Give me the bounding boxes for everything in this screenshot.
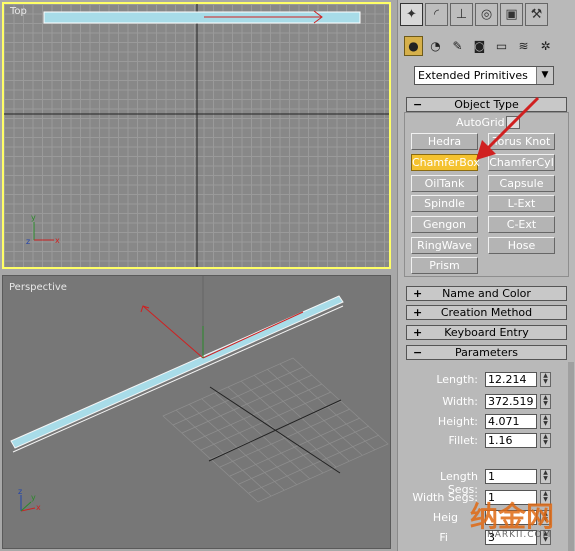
length-label: Length: xyxy=(436,373,478,386)
lights-icon[interactable]: ✎ xyxy=(448,36,467,56)
svg-text:z: z xyxy=(26,237,30,246)
rollout-toggle-sign: + xyxy=(413,326,423,339)
top-viewport-canvas: y z x xyxy=(4,4,389,267)
height-field[interactable]: 4.071 xyxy=(485,414,537,429)
perspective-axis-2 xyxy=(208,399,342,462)
rollout-title: Object Type xyxy=(454,98,519,111)
width-label: Width: xyxy=(442,395,478,408)
primitive-type-dropdown[interactable]: Extended Primitives ▼ xyxy=(414,66,554,85)
rollout-toggle-sign: + xyxy=(413,287,423,300)
gengon-button[interactable]: Gengon xyxy=(411,216,478,233)
length-spinner[interactable]: ▲ ▼ xyxy=(540,372,551,387)
height-spinner[interactable]: ▲ ▼ xyxy=(540,414,551,429)
torus-knot-button[interactable]: Torus Knot xyxy=(488,133,555,150)
top-axis-tripod: y z x xyxy=(26,213,60,246)
width-segs-label: Width Segs: xyxy=(412,491,478,504)
svg-text:y: y xyxy=(31,213,36,222)
rollout-toggle-sign: + xyxy=(413,306,423,319)
chevron-down-icon[interactable]: ▼ xyxy=(536,67,553,84)
spacewarps-icon[interactable]: ≋ xyxy=(514,36,533,56)
fillet-label: Fillet: xyxy=(448,434,478,447)
spindle-button[interactable]: Spindle xyxy=(411,195,478,212)
rollout-title: Name and Color xyxy=(442,287,531,300)
rollout-title: Keyboard Entry xyxy=(444,326,529,339)
motion-icon[interactable]: ◎ xyxy=(475,3,498,26)
rollout-name-and-color[interactable]: + Name and Color xyxy=(406,286,567,301)
modify-icon[interactable]: ◜ xyxy=(425,3,448,26)
rollout-toggle-sign: − xyxy=(413,98,423,111)
cameras-icon[interactable]: ◙ xyxy=(470,36,489,56)
svg-text:x: x xyxy=(55,236,60,245)
c-ext-button[interactable]: C-Ext xyxy=(488,216,555,233)
perspective-axis-tripod: z x y xyxy=(18,487,41,512)
fillet-segs-label: Fi xyxy=(439,531,448,544)
l-ext-button[interactable]: L-Ext xyxy=(488,195,555,212)
fillet-spinner[interactable]: ▲ ▼ xyxy=(540,433,551,448)
ringwave-button[interactable]: RingWave xyxy=(411,237,478,254)
display-icon[interactable]: ▣ xyxy=(500,3,523,26)
svg-text:x: x xyxy=(36,503,41,512)
watermark-logo: 纳金网 xyxy=(470,500,555,533)
utilities-icon[interactable]: ⚒ xyxy=(525,3,548,26)
create-icon[interactable]: ✦ xyxy=(400,3,423,26)
height-segs-label: Heig xyxy=(432,511,458,524)
hedra-button[interactable]: Hedra xyxy=(411,133,478,150)
length-segs-spinner[interactable]: ▲ ▼ xyxy=(540,469,551,484)
systems-icon[interactable]: ✲ xyxy=(536,36,555,56)
hierarchy-icon[interactable]: ⊥ xyxy=(450,3,473,26)
command-panel-tabs: ✦ ◜ ⊥ ◎ ▣ ⚒ xyxy=(400,3,574,29)
top-viewport[interactable]: Top y z x xyxy=(2,2,391,269)
command-panel-scrollbar[interactable] xyxy=(568,362,574,551)
height-label: Height: xyxy=(437,415,478,428)
primitive-type-value: Extended Primitives xyxy=(418,69,528,82)
length-field[interactable]: 12.214 xyxy=(485,372,537,387)
oiltank-button[interactable]: OilTank xyxy=(411,175,478,192)
command-panel: ✦ ◜ ⊥ ◎ ▣ ⚒ ● ◔ ✎ ◙ ▭ ≋ ✲ Extended Primi… xyxy=(397,0,575,551)
fillet-field[interactable]: 1.16 xyxy=(485,433,537,448)
perspective-viewport-canvas: z x y xyxy=(10,276,389,512)
rollout-title: Parameters xyxy=(455,346,518,359)
chamfercyl-button[interactable]: ChamferCyl xyxy=(488,154,555,171)
helpers-icon[interactable]: ▭ xyxy=(492,36,511,56)
rollout-parameters[interactable]: − Parameters xyxy=(406,345,567,360)
autogrid-label: AutoGrid xyxy=(456,116,505,129)
rollout-creation-method[interactable]: + Creation Method xyxy=(406,305,567,320)
prism-button[interactable]: Prism xyxy=(411,257,478,274)
rollout-toggle-sign: − xyxy=(413,346,423,359)
create-categories: ● ◔ ✎ ◙ ▭ ≋ ✲ xyxy=(404,36,570,58)
width-spinner[interactable]: ▲ ▼ xyxy=(540,394,551,409)
perspective-viewport[interactable]: Perspective z x y xyxy=(2,275,391,549)
geometry-icon[interactable]: ● xyxy=(404,36,423,56)
autogrid-checkbox[interactable] xyxy=(506,116,520,129)
shapes-icon[interactable]: ◔ xyxy=(426,36,445,56)
perspective-chamferbox-object xyxy=(10,295,344,449)
rollout-object-type[interactable]: − Object Type xyxy=(406,97,567,112)
length-segs-field[interactable]: 1 xyxy=(485,469,537,484)
hose-button[interactable]: Hose xyxy=(488,237,555,254)
rollout-keyboard-entry[interactable]: + Keyboard Entry xyxy=(406,325,567,340)
chamferbox-button[interactable]: ChamferBox xyxy=(411,154,480,171)
svg-text:y: y xyxy=(31,493,36,502)
rollout-title: Creation Method xyxy=(440,306,533,319)
capsule-button[interactable]: Capsule xyxy=(488,175,555,192)
watermark-url: NARKII.COM xyxy=(487,530,552,540)
svg-text:z: z xyxy=(18,487,22,496)
width-field[interactable]: 372.519 xyxy=(485,394,537,409)
